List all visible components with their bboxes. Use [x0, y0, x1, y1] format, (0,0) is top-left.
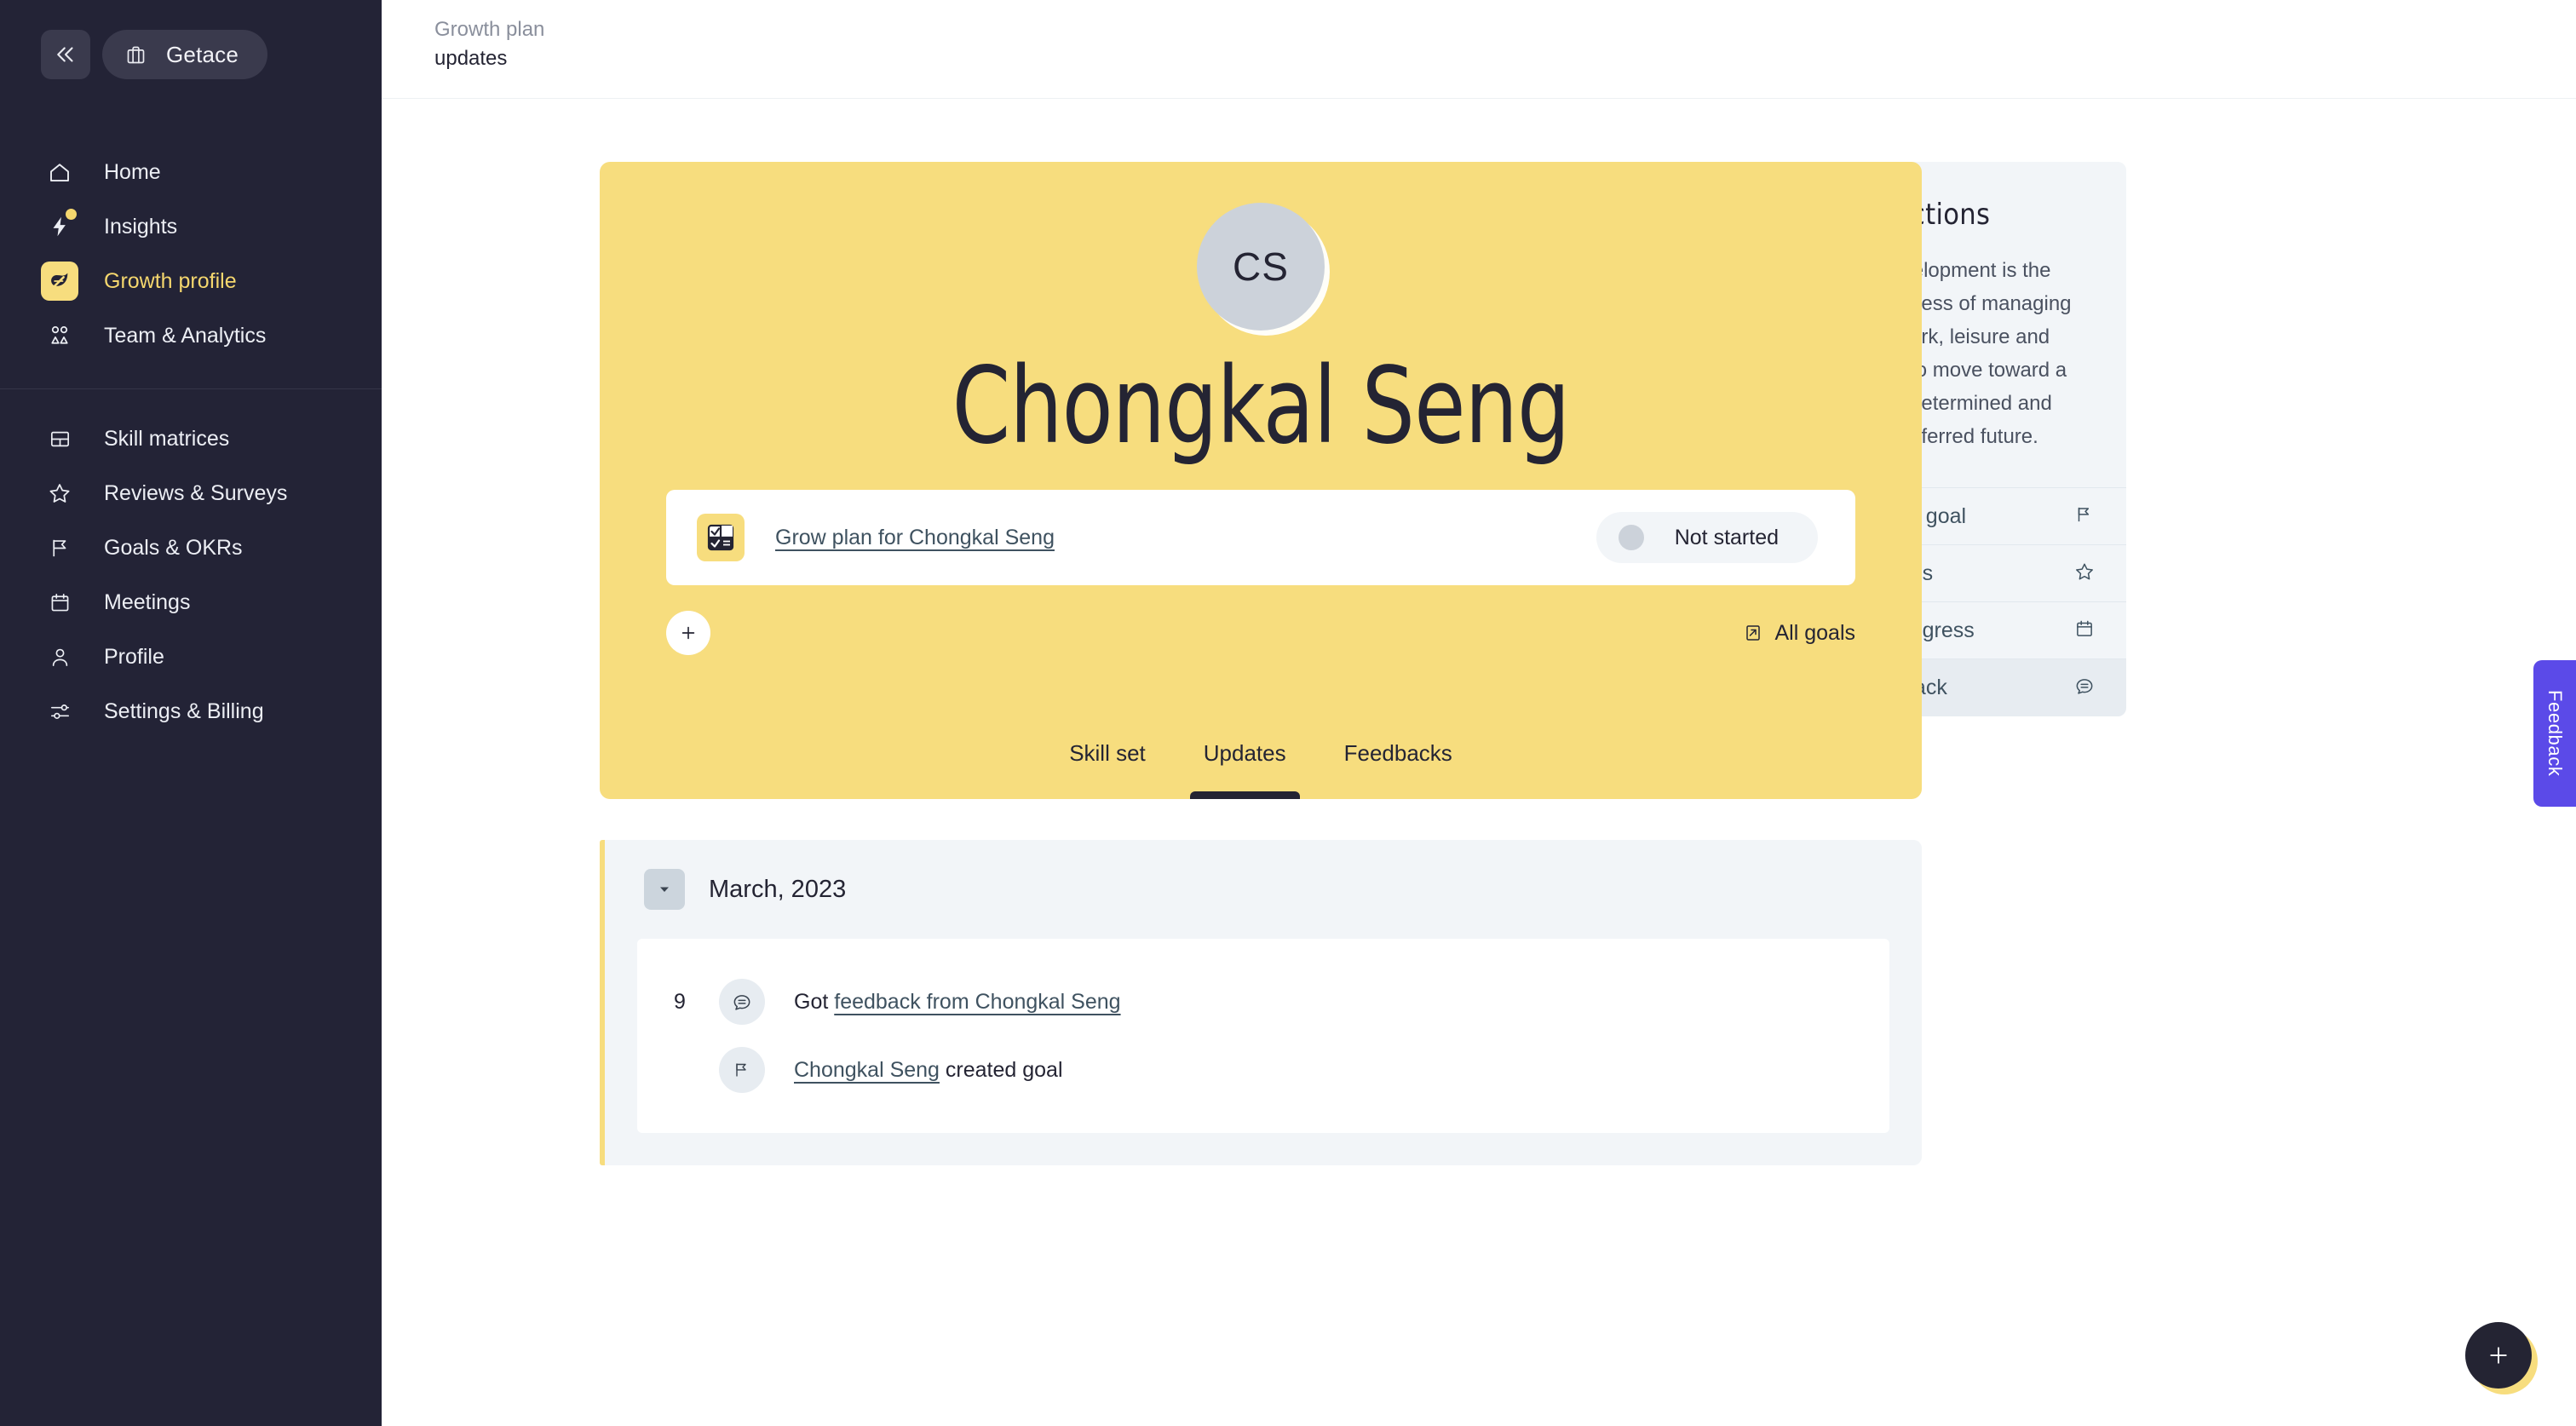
goal-link[interactable]: Grow plan for Chongkal Seng [775, 526, 1055, 550]
caret-glyph [660, 887, 669, 893]
calendar-icon [2073, 618, 2096, 644]
timeline-row: 9 Got feedback from Chongkal Seng [637, 968, 1889, 1036]
status-label: Not started [1674, 525, 1779, 549]
status-badge[interactable]: Not started [1596, 512, 1818, 564]
breadcrumb-parent: Growth plan [434, 18, 545, 41]
briefcase-icon [127, 46, 145, 63]
home-icon [41, 153, 78, 191]
growth-plan-goal-card[interactable]: Grow plan for Chongkal Seng Not started [666, 490, 1855, 586]
center-column: CS Chongkal Seng Grow plan for Chongkal … [382, 162, 1922, 1166]
sidebar-item-label: Growth profile [104, 268, 237, 293]
timeline-entries: 9 Got feedback from Chongkal Seng Chongk… [637, 939, 1889, 1134]
timeline-link[interactable]: feedback from Chongkal Seng [834, 990, 1120, 1014]
status-dot-icon [1618, 525, 1644, 551]
sidebar-item-team-analytics[interactable]: Team & Analytics [0, 308, 382, 363]
timeline-suffix: created goal [939, 1057, 1063, 1082]
sidebar-item-label: Reviews & Surveys [104, 480, 288, 505]
flag-icon [719, 1047, 765, 1094]
team-icon [41, 317, 78, 354]
hero-tabs: Skill set Updates Feedbacks [600, 740, 1922, 800]
sidebar-item-skill-matrices[interactable]: Skill matrices [0, 411, 382, 466]
avatar: CS [1197, 203, 1325, 331]
all-goals-label: All goals [1774, 620, 1856, 645]
page-title: Chongkal Seng [952, 345, 1571, 468]
comment-icon [2073, 675, 2096, 701]
sidebar-nav-secondary: Skill matrices Reviews & Surveys Goals &… [0, 411, 382, 739]
sidebar-item-growth-profile[interactable]: Growth profile [0, 254, 382, 308]
sidebar-item-settings-billing[interactable]: Settings & Billing [0, 684, 382, 739]
tab-updates[interactable]: Updates [1175, 740, 1315, 800]
lightning-icon [41, 208, 78, 245]
sidebar-item-goals-okrs[interactable]: Goals & OKRs [0, 520, 382, 575]
sidebar-item-label: Goals & OKRs [104, 535, 243, 560]
feedback-side-tab[interactable]: Feedback [2533, 660, 2576, 807]
sidebar-collapse-button[interactable] [41, 30, 90, 79]
sidebar-item-label: Team & Analytics [104, 323, 267, 348]
sliders-icon [41, 693, 78, 730]
all-goals-link[interactable]: All goals [1743, 620, 1856, 646]
external-link-icon [1745, 625, 1760, 641]
sidebar: Getace Home Insights Growth profile Team… [0, 0, 382, 1426]
user-icon [41, 638, 78, 676]
add-goal-button[interactable] [666, 611, 710, 656]
timeline-text: Got feedback from Chongkal Seng [794, 990, 1121, 1015]
workspace-name: Getace [166, 41, 239, 67]
floating-add-button[interactable] [2465, 1322, 2532, 1389]
timeline-prefix: Got [794, 989, 835, 1014]
star-icon [41, 474, 78, 512]
tab-feedbacks[interactable]: Feedbacks [1315, 740, 1481, 799]
sidebar-divider [0, 388, 382, 389]
main-area: Growth plan updates CS Chongkal Seng Gro… [382, 0, 2576, 1426]
breadcrumb-current: updates [434, 47, 508, 70]
plus-icon [681, 627, 695, 640]
plus-icon [2490, 1347, 2507, 1364]
leaf-icon [41, 262, 78, 301]
sidebar-item-reviews-surveys[interactable]: Reviews & Surveys [0, 466, 382, 520]
sidebar-item-label: Meetings [104, 589, 191, 614]
star-icon [2073, 561, 2096, 587]
checklist-icon [697, 514, 745, 562]
timeline-text: Chongkal Seng created goal [794, 1058, 1063, 1083]
sidebar-item-insights[interactable]: Insights [0, 199, 382, 254]
sidebar-item-home[interactable]: Home [0, 145, 382, 199]
calendar-icon [41, 584, 78, 621]
sidebar-item-label: Profile [104, 644, 164, 669]
checklist-glyph [707, 525, 734, 551]
feedback-side-tab-label: Feedback [2544, 690, 2566, 777]
flag-icon [2073, 503, 2096, 530]
sidebar-item-profile[interactable]: Profile [0, 630, 382, 684]
content-region: CS Chongkal Seng Grow plan for Chongkal … [382, 99, 2576, 1166]
hero-actions-row: All goals [666, 611, 1856, 656]
sidebar-nav-primary: Home Insights Growth profile Team & Anal… [0, 145, 382, 363]
profile-hero-card: CS Chongkal Seng Grow plan for Chongkal … [600, 162, 1922, 800]
sidebar-item-label: Skill matrices [104, 426, 230, 451]
timeline-link[interactable]: Chongkal Seng [794, 1058, 940, 1082]
sidebar-item-meetings[interactable]: Meetings [0, 575, 382, 630]
sidebar-item-label: Home [104, 159, 161, 184]
avatar-wrap: CS [600, 203, 1922, 331]
sidebar-item-label: Insights [104, 214, 178, 239]
timeline-day: 9 [674, 989, 686, 1014]
comment-icon [719, 979, 765, 1026]
tab-skill-set[interactable]: Skill set [1040, 740, 1175, 799]
chevrons-left-icon [57, 47, 73, 62]
layout-icon [41, 420, 78, 457]
sidebar-header: Getace [0, 0, 382, 89]
flag-icon [41, 529, 78, 566]
app-root: Getace Home Insights Growth profile Team… [0, 0, 2576, 1426]
chevron-down-icon[interactable] [644, 869, 685, 911]
topbar: Growth plan updates [382, 0, 2576, 99]
workspace-selector[interactable]: Getace [102, 30, 268, 79]
sidebar-item-label: Settings & Billing [104, 699, 264, 723]
timeline-row: Chongkal Seng created goal [637, 1036, 1889, 1104]
timeline-month-label: March, 2023 [709, 875, 847, 903]
